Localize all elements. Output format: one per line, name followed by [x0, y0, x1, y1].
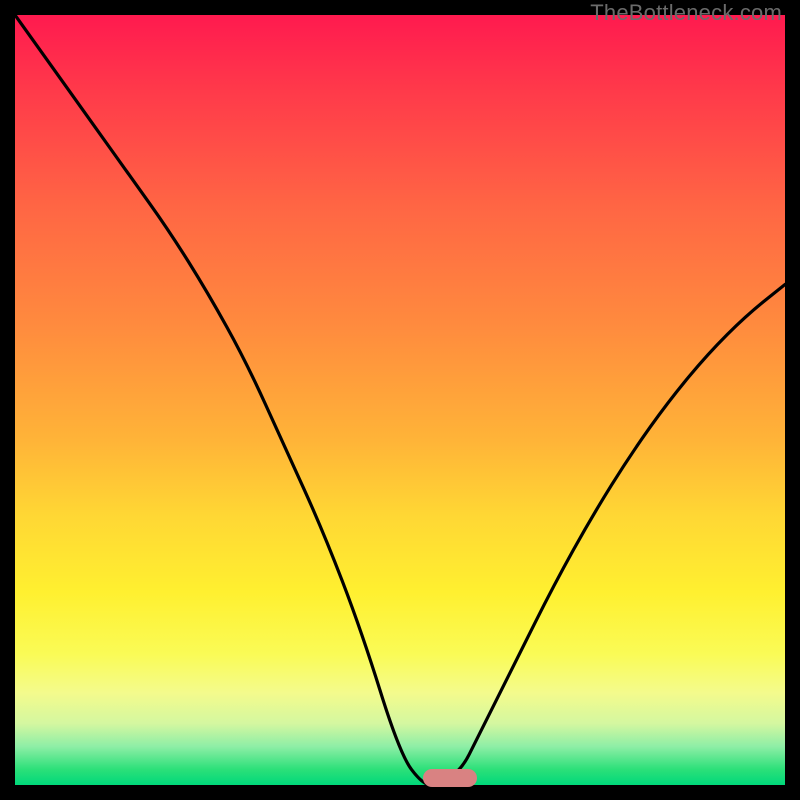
- watermark-text: TheBottleneck.com: [590, 0, 782, 26]
- chart-frame: TheBottleneck.com: [0, 0, 800, 800]
- plot-area: [15, 15, 785, 785]
- bottleneck-curve: [15, 15, 785, 785]
- optimal-marker: [423, 769, 477, 787]
